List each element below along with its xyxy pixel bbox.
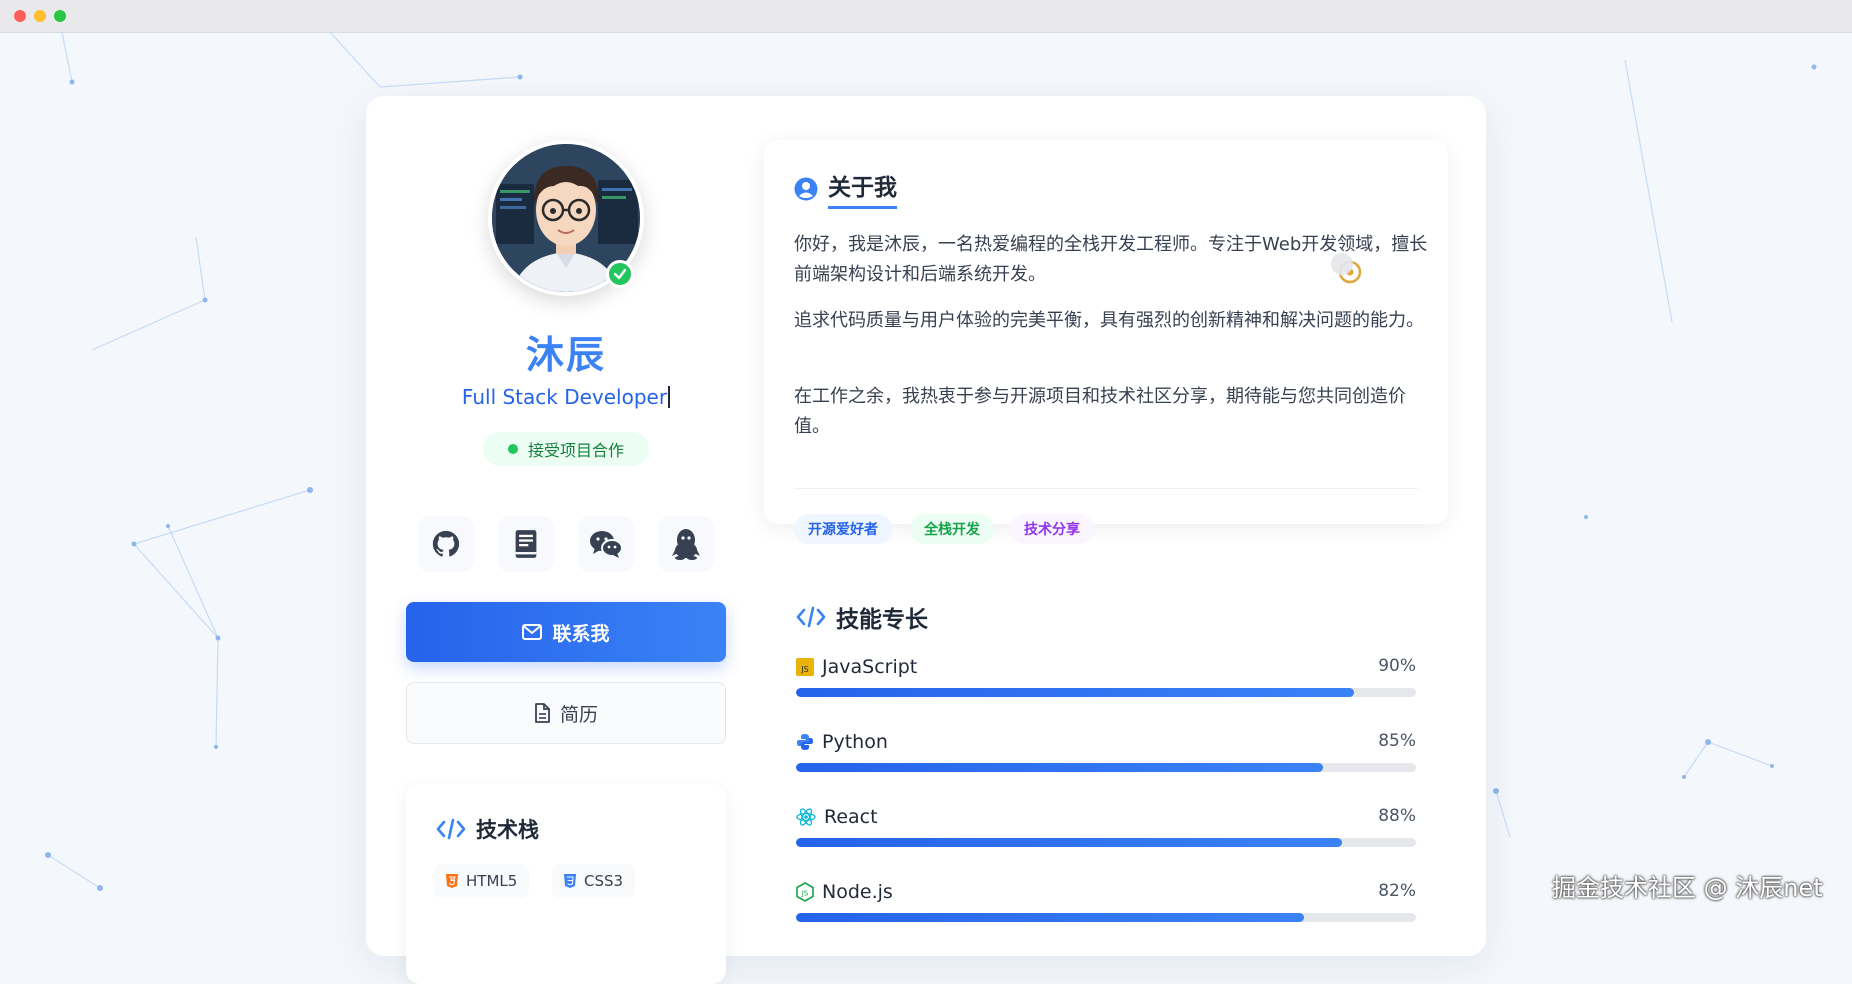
about-card: 关于我 你好，我是沐辰，一名热爱编程的全栈开发工程师。专注于Web开发领域，擅长… <box>764 140 1448 544</box>
skill-name: JavaScript <box>822 656 918 678</box>
resume-button[interactable]: 简历 <box>406 682 726 744</box>
skill-percent: 88% <box>1378 806 1416 826</box>
user-circle-icon <box>794 177 818 200</box>
watermark: 掘金技术社区 @ 沐辰net <box>1552 874 1823 902</box>
skill-name: React <box>824 806 878 828</box>
about-divider <box>794 488 1418 489</box>
envelope-icon <box>522 624 543 640</box>
github-icon <box>432 530 460 557</box>
window-close-button[interactable] <box>14 10 26 22</box>
skill-name: Python <box>822 731 888 753</box>
svg-text:JS: JS <box>800 665 808 674</box>
avatar-container <box>488 140 644 296</box>
skill-progress-track <box>796 763 1416 772</box>
skill-label: React <box>796 806 878 828</box>
interest-tag-open-source: 开源爱好者 <box>794 514 892 544</box>
wechat-link[interactable] <box>578 516 634 572</box>
skill-progress-fill <box>796 688 1354 697</box>
status-badge: 接受项目合作 <box>483 432 649 466</box>
skill-percent: 90% <box>1378 656 1416 676</box>
tech-tag-label: HTML5 <box>466 872 518 890</box>
status-dot-icon <box>507 444 518 454</box>
about-title: 关于我 <box>794 168 897 209</box>
social-links <box>418 516 718 572</box>
skill-progress-track <box>796 688 1416 697</box>
tech-tag-html5: HTML5 <box>434 864 530 898</box>
tech-tag-label: CSS3 <box>584 872 624 890</box>
profile-name: 沐辰 <box>525 333 606 377</box>
skill-progress-track <box>796 913 1416 922</box>
document-icon <box>535 703 550 723</box>
skill-percent: 85% <box>1378 731 1416 751</box>
profile-role-text: Full Stack Developer <box>461 385 668 409</box>
profile-role: Full Stack Developer <box>366 385 766 409</box>
tech-tag-css3: CSS3 <box>552 864 636 898</box>
window-minimize-button[interactable] <box>34 10 46 22</box>
interest-tag-fullstack: 全栈开发 <box>910 514 994 544</box>
skill-percent: 82% <box>1378 881 1416 901</box>
verified-check-icon <box>606 260 634 288</box>
skill-nodejs: JS Node.js 82% <box>796 881 1416 941</box>
code-icon <box>796 606 826 628</box>
skills-title: 技能专长 <box>796 600 928 634</box>
wechat-icon <box>590 531 623 558</box>
about-paragraph-2: 追求代码质量与用户体验的完美平衡，具有强烈的创新精神和解决问题的能力。 <box>794 310 1424 331</box>
tech-stack-title-text: 技术栈 <box>476 818 539 842</box>
skill-label: Python <box>796 731 888 753</box>
skill-python: Python 85% <box>796 731 1416 791</box>
skill-label: JS Node.js <box>796 881 893 903</box>
window-maximize-button[interactable] <box>54 10 66 22</box>
qq-link[interactable] <box>658 516 714 572</box>
qq-icon <box>672 529 700 560</box>
skill-progress-fill <box>796 838 1342 847</box>
skills-title-text: 技能专长 <box>836 607 928 633</box>
book-icon <box>515 530 537 558</box>
python-icon <box>797 734 813 750</box>
skill-javascript: JS JavaScript 90% <box>796 656 1416 716</box>
github-link[interactable] <box>418 516 474 572</box>
tech-stack-title: 技术栈 <box>436 814 539 844</box>
cursor-decoration-icon <box>1331 253 1362 284</box>
profile-card: 沐辰 Full Stack Developer 接受项目合作 联系我 简历 技术… <box>366 96 1486 984</box>
skill-react: React 88% <box>796 806 1416 866</box>
skill-label: JS JavaScript <box>796 656 917 678</box>
nodejs-icon: JS <box>796 882 814 902</box>
status-text: 接受项目合作 <box>527 441 624 460</box>
skill-progress-fill <box>796 913 1305 922</box>
resume-button-label: 简历 <box>559 703 598 726</box>
interest-tag-tech-sharing: 技术分享 <box>1010 514 1094 544</box>
skill-progress-track <box>796 838 1416 847</box>
svg-text:JS: JS <box>801 890 809 898</box>
html5-icon <box>446 874 458 888</box>
blog-link[interactable] <box>498 516 554 572</box>
about-title-text: 关于我 <box>828 168 897 209</box>
skill-progress-fill <box>796 763 1323 772</box>
css3-icon <box>564 874 576 888</box>
typing-caret <box>668 386 671 408</box>
code-icon <box>436 818 466 840</box>
contact-button-label: 联系我 <box>552 622 610 645</box>
tech-stack-card: 技术栈 HTML5 CSS3 <box>406 784 726 984</box>
javascript-icon: JS <box>796 658 814 676</box>
skill-name: Node.js <box>822 881 893 903</box>
window-titlebar <box>0 0 1852 33</box>
contact-button[interactable]: 联系我 <box>406 602 726 662</box>
react-icon <box>796 808 816 826</box>
about-paragraph-3: 在工作之余，我热衷于参与开源项目和技术社区分享，期待能与您共同创造价值。 <box>794 386 1406 437</box>
